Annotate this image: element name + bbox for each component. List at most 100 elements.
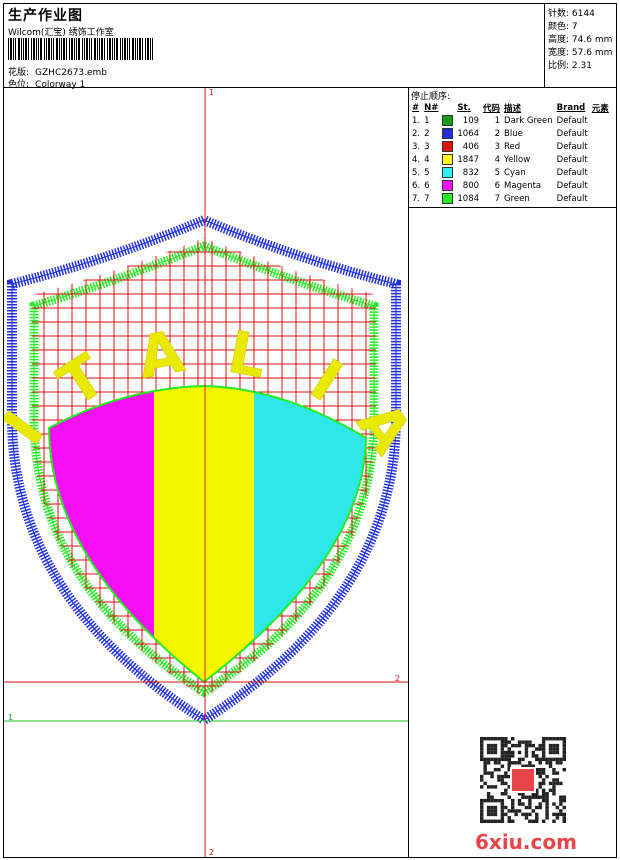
row-description: Blue	[504, 128, 523, 139]
col-index: #	[412, 102, 420, 113]
header-panel: 生产作业图 Wilcom(汇宝) 绣饰工作室 花版: GZHC2673.emb 色…	[3, 3, 545, 90]
italia-letter: L	[223, 318, 272, 392]
qr-logo-icon	[512, 769, 534, 791]
color-swatch	[442, 193, 454, 204]
sequence-row: 4. 4 1847 4 Yellow Default	[410, 153, 611, 166]
row-needle: 4	[424, 154, 430, 165]
row-stitches: 1064	[457, 128, 480, 139]
design-scale: 比例: 2.31	[548, 61, 592, 71]
row-code: 6	[494, 180, 501, 191]
axis-label-left: 1	[8, 713, 14, 722]
row-description: Dark Green	[504, 115, 553, 126]
row-needle: 1	[424, 115, 430, 126]
row-element	[590, 166, 611, 179]
row-stitches: 832	[462, 167, 480, 178]
row-brand: Default	[556, 167, 588, 178]
row-element	[590, 127, 611, 140]
row-description: Yellow	[504, 154, 531, 165]
row-brand: Default	[556, 115, 588, 126]
sequence-row: 1. 1 109 1 Dark Green Default	[410, 114, 611, 127]
row-swatch	[440, 192, 455, 205]
studio-name: Wilcom(汇宝) 绣饰工作室	[8, 28, 114, 38]
row-element	[590, 153, 611, 166]
italia-letter: A	[132, 317, 189, 392]
row-element	[590, 192, 611, 205]
row-needle: 2	[424, 128, 430, 139]
sequence-header-row: # N# St. 代码 描述 Brand 元素	[410, 101, 611, 114]
sequence-divider	[409, 207, 616, 208]
row-description: Green	[504, 193, 530, 204]
embroidery-design: IT A L IA	[4, 88, 408, 857]
color-swatch	[442, 128, 454, 139]
row-swatch	[440, 140, 455, 153]
row-element	[590, 140, 611, 153]
row-needle: 7	[424, 193, 430, 204]
row-code: 4	[494, 154, 501, 165]
row-swatch	[440, 127, 455, 140]
sequence-row: 5. 5 832 5 Cyan Default	[410, 166, 611, 179]
axis-label-top: 1	[209, 88, 215, 97]
watermark: 6xiu.com	[475, 830, 577, 854]
row-needle: 6	[424, 180, 430, 191]
qr-code	[480, 737, 566, 823]
design-height: 高度: 74.6 mm	[548, 35, 613, 45]
color-swatch	[442, 141, 454, 152]
stats-panel: 针数: 6144 颜色: 7 高度: 74.6 mm 宽度: 57.6 mm 比…	[544, 3, 617, 88]
color-swatch	[442, 154, 454, 165]
row-swatch	[440, 153, 455, 166]
row-description: Cyan	[504, 167, 526, 178]
axis-label-right: 2	[395, 674, 401, 683]
color-swatch	[442, 115, 454, 126]
row-needle: 5	[424, 167, 430, 178]
row-code: 1	[494, 115, 501, 126]
row-element	[590, 114, 611, 127]
design-preview: ITALIA 1 2 1 2	[3, 87, 409, 858]
row-code: 5	[494, 167, 501, 178]
row-index: 4.	[412, 154, 421, 165]
tricolor-fill	[49, 386, 366, 682]
row-index: 3.	[412, 141, 421, 152]
row-index: 1.	[412, 115, 421, 126]
row-element	[590, 179, 611, 192]
page-title: 生产作业图	[8, 8, 83, 24]
row-brand: Default	[556, 128, 588, 139]
row-index: 6.	[412, 180, 421, 191]
row-swatch	[440, 166, 455, 179]
sequence-row: 2. 2 1064 2 Blue Default	[410, 127, 611, 140]
color-swatch	[442, 180, 454, 191]
color-swatch	[442, 167, 454, 178]
row-description: Magenta	[504, 180, 542, 191]
design-width: 宽度: 57.6 mm	[548, 48, 613, 58]
row-stitches: 406	[462, 141, 480, 152]
color-count: 颜色: 7	[548, 22, 578, 32]
col-swatch	[440, 101, 455, 114]
row-stitches: 800	[462, 180, 480, 191]
row-description: Red	[504, 141, 521, 152]
col-needle: N#	[424, 102, 439, 113]
sequence-table: # N# St. 代码 描述 Brand 元素 1. 1 109 1 Dark Gree…	[410, 101, 611, 205]
row-stitches: 109	[462, 115, 480, 126]
row-index: 2.	[412, 128, 421, 139]
row-code: 3	[494, 141, 501, 152]
row-swatch	[440, 114, 455, 127]
row-brand: Default	[556, 193, 588, 204]
row-brand: Default	[556, 180, 588, 191]
row-brand: Default	[556, 141, 588, 152]
row-index: 7.	[412, 193, 421, 204]
sequence-row: 3. 3 406 3 Red Default	[410, 140, 611, 153]
axis-label-bottom: 2	[209, 848, 215, 857]
sequence-row: 7. 7 1084 7 Green Default	[410, 192, 611, 205]
row-stitches: 1847	[457, 154, 480, 165]
col-stitches: St.	[457, 102, 471, 113]
row-swatch	[440, 179, 455, 192]
stitch-count: 针数: 6144	[548, 9, 595, 19]
row-needle: 3	[424, 141, 430, 152]
col-element: 元素	[591, 103, 609, 114]
col-brand: Brand	[556, 102, 586, 113]
row-index: 5.	[412, 167, 421, 178]
col-description: 描述	[504, 103, 522, 114]
row-stitches: 1084	[457, 193, 480, 204]
barcode	[8, 38, 153, 60]
sequence-row: 6. 6 800 6 Magenta Default	[410, 179, 611, 192]
italia-letter: I	[299, 346, 354, 415]
